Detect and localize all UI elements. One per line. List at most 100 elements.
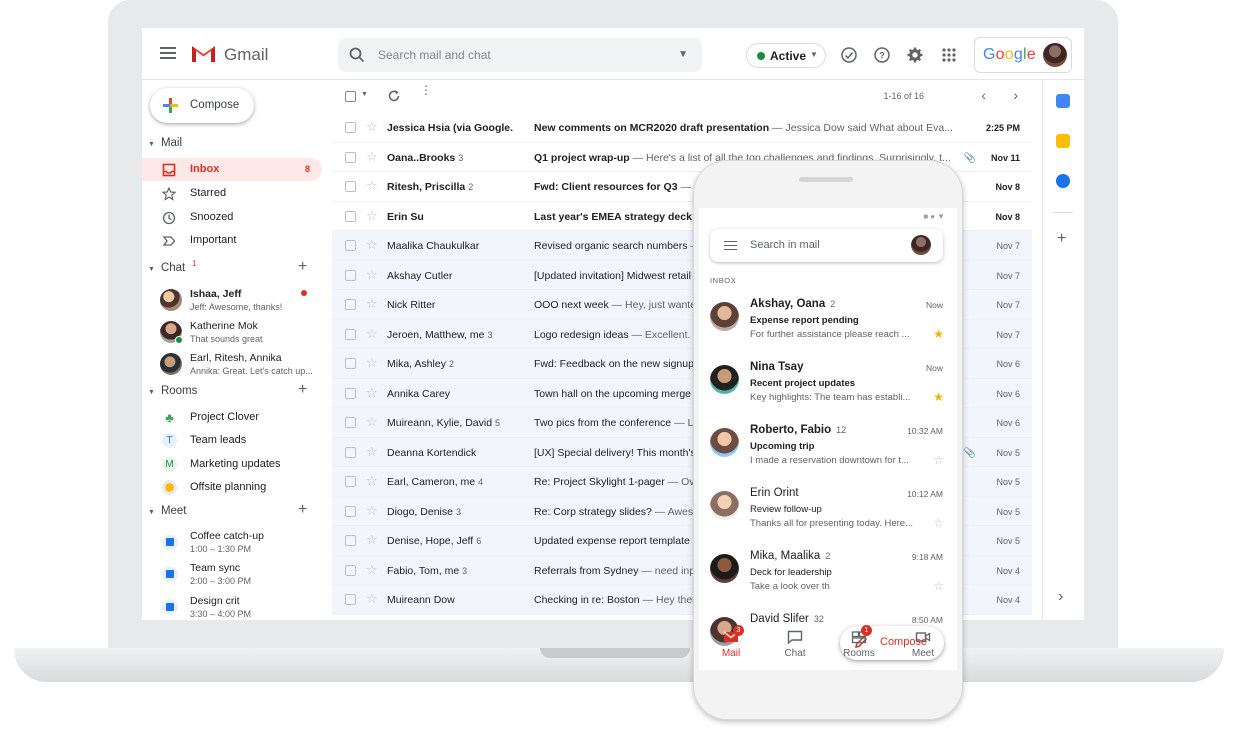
star-icon[interactable]: ☆ (366, 149, 378, 165)
star-icon[interactable]: ☆ (366, 532, 378, 548)
phone-message-item[interactable]: Nina Tsay Now Recent project updates Key hi… (699, 359, 957, 421)
tasks-check-icon[interactable] (840, 46, 858, 64)
star-icon[interactable]: ★ (933, 327, 944, 341)
row-checkbox[interactable] (345, 535, 356, 546)
phone-message-item[interactable]: Erin Orint 10:12 AM Review follow-up Thanks… (699, 485, 957, 547)
phone-account-avatar[interactable] (911, 235, 931, 255)
meet-section-header[interactable]: ▼ Meet (148, 505, 187, 517)
new-chat-plus-icon[interactable]: + (298, 258, 307, 276)
select-chevron-down-icon[interactable]: ▼ (361, 91, 368, 98)
meeting-item[interactable]: Design crit 3:30 – 4:00 PM (142, 593, 322, 620)
phone-search-input[interactable]: Search in mail (750, 239, 820, 251)
prev-page-chevron-icon[interactable]: ‹ (981, 87, 986, 103)
refresh-icon[interactable] (387, 89, 401, 103)
tasks-app-icon[interactable] (1056, 174, 1070, 188)
star-icon[interactable]: ☆ (366, 267, 378, 283)
room-item[interactable]: Offsite planning (142, 477, 322, 499)
phone-tab-meet[interactable]: Meet (891, 630, 955, 670)
star-icon[interactable]: ★ (933, 390, 944, 404)
row-checkbox[interactable] (345, 594, 356, 605)
star-icon[interactable]: ☆ (366, 237, 378, 253)
phone-tab-mail[interactable]: 3 Mail (699, 625, 763, 670)
row-checkbox[interactable] (345, 446, 356, 458)
phone-message-item[interactable]: Akshay, Oana 2 Now Expense report pending Fo… (699, 296, 957, 358)
star-icon[interactable]: ☆ (366, 119, 378, 135)
search-icon[interactable] (348, 46, 366, 64)
row-checkbox[interactable] (345, 122, 356, 133)
phone-tab-rooms[interactable]: 1 Rooms (827, 625, 891, 670)
row-checkbox[interactable] (345, 328, 356, 340)
sidebar-item-snoozed[interactable]: Snoozed (142, 206, 322, 229)
more-vertical-icon[interactable]: ⋮ (420, 84, 432, 96)
search-bar[interactable]: Search mail and chat ▼ (338, 38, 702, 72)
account-avatar[interactable] (1043, 43, 1067, 67)
chat-section-header[interactable]: ▼ Chat (148, 262, 185, 274)
row-checkbox[interactable] (345, 358, 356, 369)
star-icon[interactable]: ☆ (366, 503, 378, 519)
star-icon[interactable]: ☆ (366, 178, 378, 194)
row-checkbox[interactable] (345, 181, 356, 192)
row-checkbox[interactable] (345, 476, 356, 487)
apps-grid-icon[interactable] (940, 46, 958, 64)
compose-button[interactable]: Compose (150, 88, 254, 123)
phone-search-bar[interactable]: Search in mail (710, 229, 943, 262)
chat-item[interactable]: Ishaa, Jeff Jeff: Awesome, thanks! (142, 286, 322, 316)
search-options-chevron-icon[interactable]: ▼ (678, 49, 688, 60)
star-icon[interactable]: ☆ (366, 385, 378, 401)
star-icon[interactable]: ☆ (366, 444, 378, 460)
keep-app-icon[interactable] (1056, 134, 1070, 148)
google-account-button[interactable]: Google (974, 37, 1072, 73)
row-sender: Oana..Brooks 3 (387, 152, 527, 164)
chat-item[interactable]: Katherine Mok That sounds great (142, 318, 322, 348)
search-input[interactable]: Search mail and chat (378, 48, 491, 62)
row-snippet: — Excellent. D (628, 328, 701, 341)
star-icon[interactable]: ☆ (366, 414, 378, 430)
room-item[interactable]: M Marketing updates (142, 454, 322, 476)
row-checkbox[interactable] (345, 240, 356, 251)
row-checkbox[interactable] (345, 505, 356, 517)
row-checkbox[interactable] (345, 299, 356, 310)
new-meeting-plus-icon[interactable]: + (298, 501, 307, 519)
new-room-plus-icon[interactable]: + (298, 381, 307, 399)
rooms-section-header[interactable]: ▼ Rooms (148, 385, 197, 397)
meeting-item[interactable]: Coffee catch-up 1:00 – 1:30 PM (142, 528, 322, 558)
phone-message-item[interactable]: Roberto, Fabio 12 10:32 AM Upcoming trip I m… (699, 422, 957, 484)
help-icon[interactable]: ? (873, 46, 891, 64)
status-selector[interactable]: Active ▼ (746, 43, 826, 68)
star-icon[interactable]: ☆ (366, 296, 378, 312)
settings-gear-icon[interactable] (906, 46, 924, 64)
row-checkbox[interactable] (345, 151, 356, 163)
sidebar-item-starred[interactable]: Starred (142, 182, 322, 205)
expand-panel-chevron-icon[interactable]: › (1058, 588, 1063, 606)
star-icon[interactable]: ☆ (366, 591, 378, 607)
star-icon[interactable]: ☆ (366, 208, 378, 224)
row-checkbox[interactable] (345, 387, 356, 399)
phone-message-item[interactable]: Mika, Maalika 2 9:18 AM Deck for leadership… (699, 548, 957, 610)
star-icon[interactable]: ☆ (933, 516, 944, 530)
table-row[interactable]: ☆ Jessica Hsia (via Google. New comments o… (332, 113, 1032, 143)
sidebar-item-inbox[interactable]: Inbox 8 (142, 158, 322, 181)
mail-section-header[interactable]: ▼ Mail (148, 137, 182, 149)
star-icon[interactable]: ☆ (366, 562, 378, 578)
row-checkbox[interactable] (345, 269, 356, 281)
chat-item[interactable]: Earl, Ritesh, Annika Annika: Great. Let'… (142, 350, 322, 380)
meeting-item[interactable]: Team sync 2:00 – 3:00 PM (142, 560, 322, 590)
star-icon[interactable]: ☆ (366, 326, 378, 342)
row-checkbox[interactable] (345, 417, 356, 428)
star-icon[interactable]: ☆ (366, 355, 378, 371)
select-all-checkbox[interactable] (345, 91, 356, 102)
add-addon-plus-icon[interactable]: + (1057, 230, 1066, 248)
calendar-app-icon[interactable] (1056, 94, 1070, 108)
room-item[interactable]: ♣ Project Clover (142, 407, 322, 429)
phone-tab-chat[interactable]: Chat (763, 630, 827, 670)
room-item[interactable]: T Team leads (142, 430, 322, 452)
row-checkbox[interactable] (345, 210, 356, 222)
next-page-chevron-icon[interactable]: › (1013, 87, 1018, 103)
phone-menu-icon[interactable] (724, 241, 737, 250)
star-icon[interactable]: ☆ (933, 579, 944, 593)
star-icon[interactable]: ☆ (933, 453, 944, 467)
row-checkbox[interactable] (345, 564, 356, 576)
star-icon[interactable]: ☆ (366, 473, 378, 489)
sidebar-item-important[interactable]: Important (142, 229, 322, 252)
main-menu-icon[interactable] (160, 47, 176, 59)
